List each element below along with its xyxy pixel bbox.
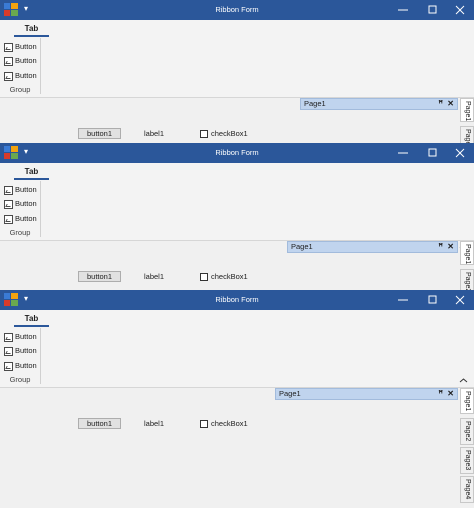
maximize-button[interactable] [419, 290, 447, 310]
side-tab-page2[interactable]: Page2 [460, 269, 474, 290]
pin-icon[interactable]: ꟸ [438, 389, 443, 399]
minimize-button[interactable] [389, 143, 417, 163]
chevron-up-icon[interactable] [459, 376, 468, 385]
tab-underline [14, 325, 49, 327]
image-icon [4, 200, 13, 209]
image-icon [4, 72, 13, 81]
image-icon [4, 347, 13, 356]
tab-underline [14, 178, 49, 180]
dock-panel-header[interactable]: Page1 ꟸ ✕ [275, 388, 458, 400]
button1[interactable]: button1 [78, 418, 121, 429]
pin-icon[interactable]: ꟸ [438, 99, 443, 109]
image-icon [4, 333, 13, 342]
group-label: Group [9, 375, 31, 384]
image-icon [4, 43, 13, 52]
checkbox-box[interactable] [200, 420, 208, 428]
close-icon [455, 295, 465, 305]
ribbon: Tab Button Button Button Group [0, 20, 474, 98]
ribbon-form-window-1: ▾ Ribbon Form Tab Button Button Button G… [0, 0, 474, 143]
minimize-button[interactable] [389, 290, 417, 310]
tab-underline [14, 35, 49, 37]
maximize-icon [428, 295, 437, 304]
maximize-icon [428, 148, 437, 157]
dock-panel-header[interactable]: Page1 ꟸ ✕ [300, 98, 458, 110]
side-tab-page2[interactable]: Page2 [460, 126, 474, 143]
dock-panel-header[interactable]: Page1 ꟸ ✕ [287, 241, 458, 253]
image-icon [4, 362, 13, 371]
side-tab-page4[interactable]: Page4 [460, 476, 474, 503]
ribbon: Tab Button Button Button Group [0, 163, 474, 241]
close-button[interactable] [446, 0, 474, 20]
side-tab-page3[interactable]: Page3 [460, 447, 474, 474]
side-tab-page2[interactable]: Page2 [460, 418, 474, 445]
button1[interactable]: button1 [78, 271, 121, 282]
minimize-icon [398, 152, 408, 154]
checkbox-box[interactable] [200, 273, 208, 281]
image-icon [4, 215, 13, 224]
label1: label1 [144, 419, 165, 428]
checkbox-box[interactable] [200, 130, 208, 138]
label1: label1 [144, 129, 165, 138]
maximize-button[interactable] [419, 0, 447, 20]
dock-close-icon[interactable]: ✕ [447, 99, 454, 109]
pin-icon[interactable]: ꟸ [438, 242, 443, 252]
tab-tab[interactable]: Tab [14, 166, 49, 178]
close-button[interactable] [446, 290, 474, 310]
title-bar[interactable]: ▾ Ribbon Form [0, 290, 474, 310]
dock-close-icon[interactable]: ✕ [447, 389, 454, 399]
ribbon: Tab Button Button Button Group [0, 310, 474, 388]
group-separator [40, 328, 41, 384]
button1[interactable]: button1 [78, 128, 121, 139]
side-tab-page1[interactable]: Page1 [460, 98, 474, 122]
group-separator [40, 181, 41, 237]
tab-tab[interactable]: Tab [14, 313, 49, 325]
title-bar[interactable]: ▾ Ribbon Form [0, 143, 474, 163]
dock-panel-title: Page1 [279, 389, 301, 398]
label1: label1 [144, 272, 165, 281]
ribbon-form-window-2: ▾ Ribbon Form Tab Button Button Button G… [0, 143, 474, 290]
maximize-icon [428, 5, 437, 14]
dock-panel-title: Page1 [304, 99, 326, 108]
side-tab-page1[interactable]: Page1 [460, 388, 474, 414]
ribbon-form-window-3: ▾ Ribbon Form Tab Button Button Button G… [0, 290, 474, 508]
tab-tab[interactable]: Tab [14, 23, 49, 35]
side-tab-page1[interactable]: Page1 [460, 241, 474, 265]
maximize-button[interactable] [419, 143, 447, 163]
group-label: Group [9, 228, 31, 237]
dock-close-icon[interactable]: ✕ [447, 242, 454, 252]
image-icon [4, 57, 13, 66]
group-separator [40, 38, 41, 94]
close-icon [455, 5, 465, 15]
minimize-button[interactable] [389, 0, 417, 20]
close-button[interactable] [446, 143, 474, 163]
group-label: Group [9, 85, 31, 94]
minimize-icon [398, 9, 408, 11]
close-icon [455, 148, 465, 158]
minimize-icon [398, 299, 408, 301]
title-bar[interactable]: ▾ Ribbon Form [0, 0, 474, 20]
image-icon [4, 186, 13, 195]
dock-panel-title: Page1 [291, 242, 313, 251]
